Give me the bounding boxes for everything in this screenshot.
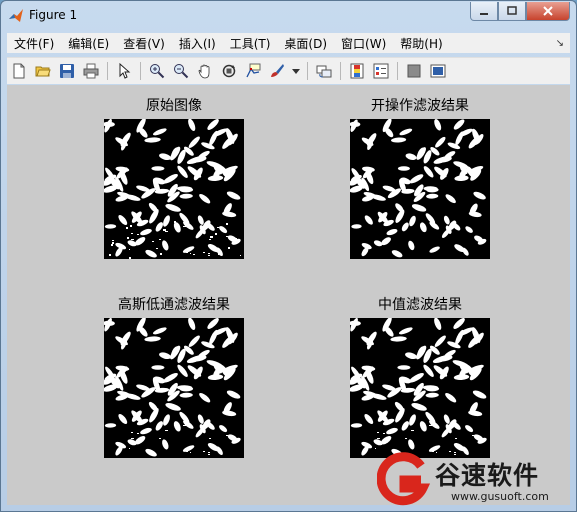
opening-result-image xyxy=(350,119,490,259)
toolbar-separator xyxy=(307,62,308,80)
menu-window[interactable]: 窗口(W) xyxy=(334,35,393,52)
original-image xyxy=(104,119,244,259)
toolbar-separator xyxy=(107,62,108,80)
colorbar-button[interactable] xyxy=(347,61,367,81)
figure-toolbar xyxy=(7,57,570,84)
subplot-title: 开操作滤波结果 xyxy=(371,98,469,114)
new-file-icon xyxy=(13,63,25,79)
menu-dock-arrow-icon[interactable]: ↘ xyxy=(556,38,564,49)
legend-button[interactable] xyxy=(371,61,391,81)
matlab-logo-icon xyxy=(9,9,23,22)
brush-icon xyxy=(271,64,284,77)
zoom-out-button[interactable] xyxy=(171,61,191,81)
open-file-button[interactable] xyxy=(33,61,53,81)
rotate-3d-icon xyxy=(222,64,236,78)
colorbar-icon xyxy=(350,63,364,79)
save-icon xyxy=(60,64,74,78)
window-title: Figure 1 xyxy=(29,8,78,22)
brush-button[interactable] xyxy=(267,61,287,81)
toolbar-separator xyxy=(397,62,398,80)
maximize-button[interactable] xyxy=(498,2,526,21)
show-plot-tools-icon xyxy=(430,64,446,78)
pan-hand-icon xyxy=(198,64,210,79)
menu-bar: 文件(F) 编辑(E) 查看(V) 插入(I) 工具(T) 桌面(D) 窗口(W… xyxy=(7,33,570,53)
print-figure-button[interactable] xyxy=(81,61,101,81)
menu-help[interactable]: 帮助(H) xyxy=(393,35,449,52)
pointer-icon xyxy=(119,63,131,79)
subplot-title: 原始图像 xyxy=(146,98,202,114)
link-plot-icon xyxy=(316,65,332,78)
rotate-3d-button[interactable] xyxy=(219,61,239,81)
edit-plot-button[interactable] xyxy=(114,61,134,81)
subplot-title: 高斯低通滤波结果 xyxy=(118,297,230,313)
menu-insert[interactable]: 插入(I) xyxy=(172,35,223,52)
figure-window: Figure 1 文件(F) 编辑(E) 查看(V) 插入(I) 工具(T) 桌… xyxy=(0,0,577,512)
watermark: 谷速软件 www.gusuoft.com xyxy=(377,448,577,512)
save-figure-button[interactable] xyxy=(57,61,77,81)
maximize-icon xyxy=(507,6,517,15)
legend-icon xyxy=(373,63,389,79)
hide-plot-tools-button[interactable] xyxy=(404,61,424,81)
subplot-title: 中值滤波结果 xyxy=(378,297,462,313)
gaussian-result-image xyxy=(104,318,244,458)
zoom-out-icon xyxy=(174,64,189,79)
minimize-icon xyxy=(480,13,488,15)
menu-tools[interactable]: 工具(T) xyxy=(223,35,278,52)
toolbar-separator xyxy=(340,62,341,80)
close-button[interactable] xyxy=(526,2,570,21)
menu-desktop[interactable]: 桌面(D) xyxy=(277,35,334,52)
data-cursor-icon xyxy=(246,63,261,78)
hide-plot-tools-icon xyxy=(407,64,421,78)
new-figure-button[interactable] xyxy=(9,61,29,81)
print-icon xyxy=(83,63,99,79)
menu-view[interactable]: 查看(V) xyxy=(116,35,172,52)
median-result-image xyxy=(350,318,490,458)
toolbar-separator xyxy=(140,62,141,80)
pan-button[interactable] xyxy=(195,61,215,81)
brush-dropdown-button[interactable] xyxy=(291,61,301,81)
zoom-in-icon xyxy=(150,64,165,79)
watermark-url: www.gusuoft.com xyxy=(451,490,549,503)
close-icon xyxy=(543,6,553,16)
brush-dropdown-icon xyxy=(292,69,300,74)
data-cursor-button[interactable] xyxy=(243,61,263,81)
gusu-logo-icon xyxy=(377,452,431,506)
menu-file[interactable]: 文件(F) xyxy=(7,35,61,52)
link-plot-button[interactable] xyxy=(314,61,334,81)
show-plot-tools-button[interactable] xyxy=(428,61,448,81)
open-folder-icon xyxy=(35,66,51,77)
minimize-button[interactable] xyxy=(470,2,498,21)
menu-edit[interactable]: 编辑(E) xyxy=(61,35,116,52)
watermark-brand: 谷速软件 xyxy=(435,461,540,490)
title-bar[interactable]: Figure 1 xyxy=(1,1,576,31)
figure-canvas[interactable]: 原始图像 开操作滤波结果 高斯低通滤波结果 中值滤波结果 xyxy=(7,85,570,505)
zoom-in-button[interactable] xyxy=(147,61,167,81)
